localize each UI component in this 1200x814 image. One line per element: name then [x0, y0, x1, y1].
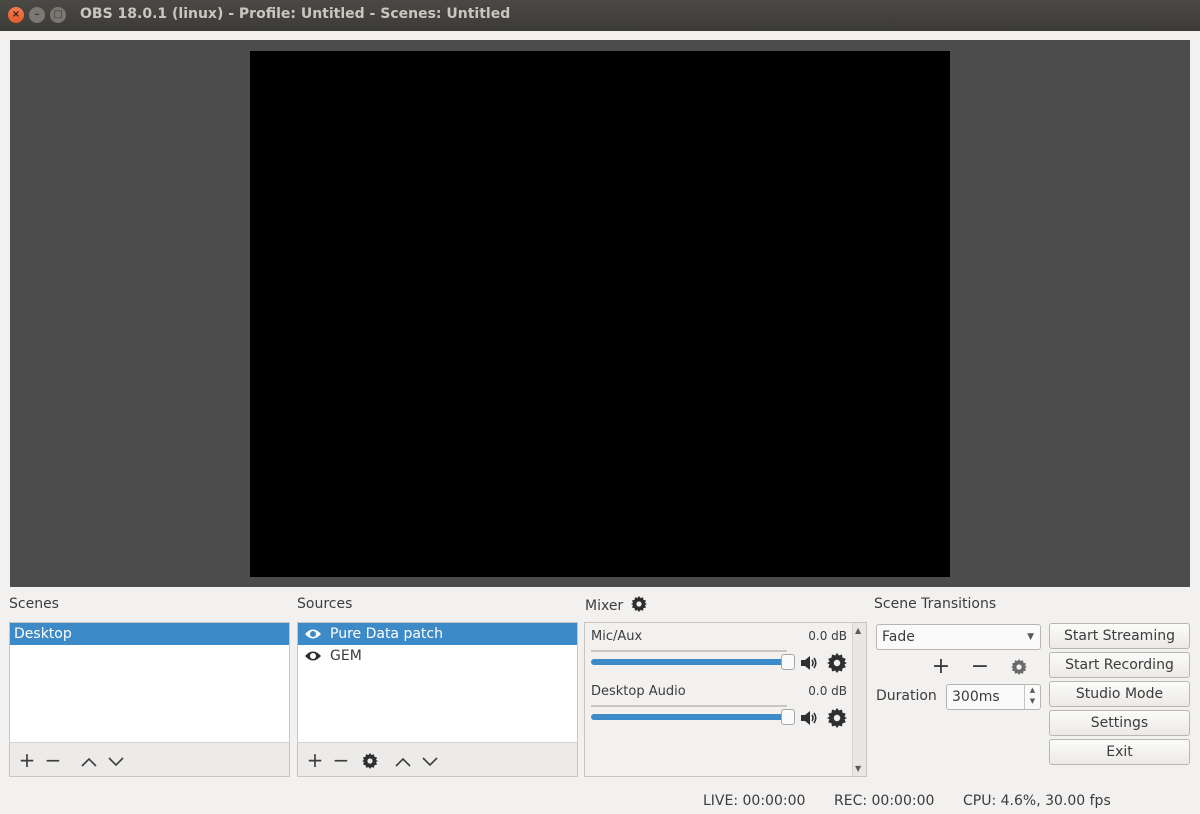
duration-value: 300ms — [952, 689, 1000, 705]
volume-slider-handle[interactable] — [781, 654, 795, 670]
duration-spinbox[interactable]: 300ms ▲ ▼ — [946, 684, 1041, 710]
sources-label: Sources — [297, 596, 353, 612]
live-status: LIVE: 00:00:00 — [703, 793, 806, 809]
chevron-up-icon — [81, 757, 97, 767]
remove-source-button[interactable]: − — [330, 749, 352, 771]
move-source-up-button[interactable] — [392, 749, 414, 771]
minimize-window-button[interactable]: – — [29, 7, 45, 23]
mixer-gear-icon[interactable] — [630, 596, 647, 612]
title-bar: × – □ OBS 18.0.1 (linux) - Profile: Unti… — [0, 0, 1200, 31]
add-transition-button[interactable]: + — [929, 655, 953, 679]
speaker-icon[interactable] — [799, 708, 819, 728]
mixer-panel: Mic/Aux 0.0 dB Desktop Audio 0.0 dB ▲ ▼ — [584, 622, 867, 777]
source-item-pure-data-patch[interactable]: Pure Data patch — [298, 623, 577, 645]
transition-properties-button[interactable] — [1007, 655, 1031, 679]
preview-area[interactable] — [10, 40, 1190, 587]
remove-transition-button[interactable]: − — [968, 655, 992, 679]
gear-icon — [1011, 659, 1027, 675]
move-scene-up-button[interactable] — [78, 749, 100, 771]
source-item-gem[interactable]: GEM — [298, 645, 577, 667]
scene-transitions-label: Scene Transitions — [874, 596, 997, 612]
sources-toolbar: + − — [298, 742, 577, 776]
scenes-toolbar: + − — [10, 742, 289, 776]
chevron-up-icon — [395, 757, 411, 767]
chevron-down-icon: ▼ — [1027, 632, 1034, 642]
cpu-status: CPU: 4.6%, 30.00 fps — [963, 793, 1111, 809]
remove-scene-button[interactable]: − — [42, 749, 64, 771]
gear-icon[interactable] — [827, 708, 847, 728]
preview-canvas[interactable] — [250, 51, 950, 577]
close-window-button[interactable]: × — [8, 7, 24, 23]
mixer-scrollbar[interactable]: ▲ ▼ — [852, 623, 866, 776]
duration-label: Duration — [876, 688, 937, 704]
chevron-down-icon — [108, 757, 124, 767]
volume-meter — [591, 705, 787, 707]
mixer-label-text: Mixer — [585, 598, 624, 614]
start-streaming-button[interactable]: Start Streaming — [1049, 623, 1190, 649]
scenes-panel: Desktop + − — [9, 622, 290, 777]
mixer-label: Mixer — [585, 596, 647, 614]
volume-slider-handle[interactable] — [781, 709, 795, 725]
scroll-up-icon[interactable]: ▲ — [855, 626, 861, 635]
mixer-channel-mic-aux: Mic/Aux 0.0 dB — [589, 629, 851, 679]
move-scene-down-button[interactable] — [105, 749, 127, 771]
transition-select-value: Fade — [882, 629, 915, 645]
scene-item-label: Desktop — [14, 626, 72, 642]
channel-name: Mic/Aux — [591, 629, 643, 644]
volume-meter — [591, 650, 787, 652]
rec-status: REC: 00:00:00 — [834, 793, 935, 809]
maximize-window-button[interactable]: □ — [50, 7, 66, 23]
scroll-down-icon[interactable]: ▼ — [855, 764, 861, 773]
exit-button[interactable]: Exit — [1049, 739, 1190, 765]
add-scene-button[interactable]: + — [16, 749, 38, 771]
source-item-label: GEM — [330, 648, 362, 664]
volume-slider[interactable] — [591, 714, 789, 720]
window-title: OBS 18.0.1 (linux) - Profile: Untitled -… — [80, 6, 511, 22]
eye-icon[interactable] — [304, 628, 322, 640]
sources-list[interactable]: Pure Data patch GEM — [298, 623, 577, 742]
mixer-channel-desktop-audio: Desktop Audio 0.0 dB — [589, 684, 851, 734]
spin-arrows-icon[interactable]: ▲ ▼ — [1024, 685, 1040, 709]
gear-icon — [362, 753, 378, 769]
scenes-list[interactable]: Desktop — [10, 623, 289, 742]
start-recording-button[interactable]: Start Recording — [1049, 652, 1190, 678]
studio-mode-button[interactable]: Studio Mode — [1049, 681, 1190, 707]
channel-level: 0.0 dB — [808, 629, 847, 643]
gear-icon[interactable] — [827, 653, 847, 673]
channel-name: Desktop Audio — [591, 684, 686, 699]
sources-panel: Pure Data patch GEM + − — [297, 622, 578, 777]
move-source-down-button[interactable] — [419, 749, 441, 771]
channel-level: 0.0 dB — [808, 684, 847, 698]
speaker-icon[interactable] — [799, 653, 819, 673]
settings-button[interactable]: Settings — [1049, 710, 1190, 736]
source-item-label: Pure Data patch — [330, 626, 443, 642]
source-properties-button[interactable] — [359, 749, 381, 771]
volume-slider[interactable] — [591, 659, 789, 665]
scene-item-desktop[interactable]: Desktop — [10, 623, 289, 645]
add-source-button[interactable]: + — [304, 749, 326, 771]
eye-icon[interactable] — [304, 650, 322, 662]
transition-select[interactable]: Fade ▼ — [876, 624, 1041, 650]
chevron-down-icon — [422, 757, 438, 767]
scenes-label: Scenes — [9, 596, 59, 612]
